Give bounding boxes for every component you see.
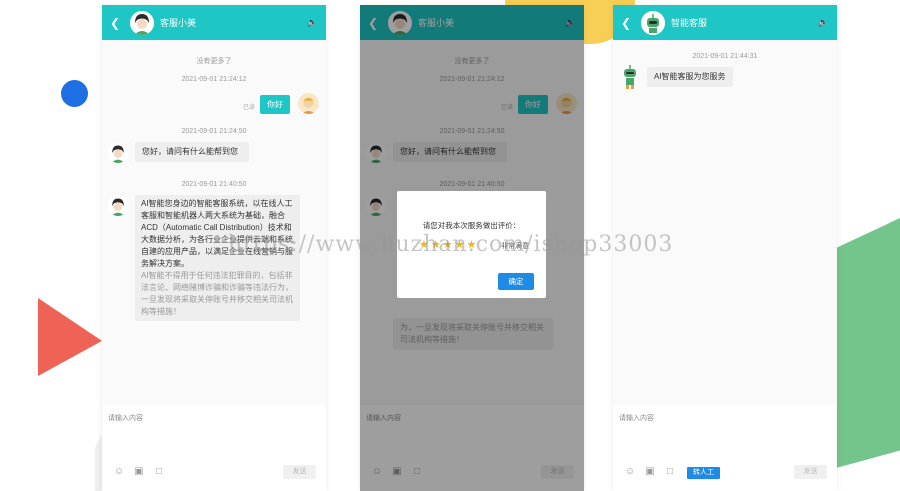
watermark-text: https://www.huzhan.com/ishop33003 — [228, 232, 674, 257]
message-time: 2021-09-01 21:24:12 — [181, 76, 247, 83]
bot-message-bubble: AI智能客服为您服务 — [647, 67, 733, 87]
image-icon[interactable]: ▣ — [133, 466, 145, 477]
emoji-icon[interactable]: ☺ — [624, 466, 636, 477]
agent-message-bubble: 您好，请问有什么能帮到您 — [135, 142, 249, 162]
header-title: 客服小美 — [160, 18, 197, 28]
decorative-red-triangle — [38, 298, 102, 376]
agent-message-bubble-long: AI智能您身边的智能客服系统，以在线人工客服和智能机器人两大系统为基础，融合AC… — [135, 195, 300, 321]
image-icon[interactable]: ▣ — [644, 466, 656, 477]
warning-text: AI智能不得用于任何违法犯罪目的，包括非法言论、网络赌博诈骗和诈骗等违法行为，一… — [141, 271, 293, 316]
folder-icon[interactable]: □ — [664, 466, 676, 477]
user-avatar — [298, 93, 319, 114]
folder-icon[interactable]: □ — [153, 466, 165, 477]
decorative-green-shape — [836, 218, 900, 468]
agent-avatar — [108, 143, 128, 163]
agent-avatar — [108, 196, 128, 216]
speaker-icon[interactable]: 🔈 — [818, 17, 829, 28]
robot-avatar — [622, 65, 638, 89]
message-input[interactable]: 请输入内容 — [108, 413, 143, 423]
message-list[interactable]: 2021-09-01 21:44:31 AI智能客服为您服务 — [613, 40, 837, 410]
confirm-button[interactable]: 确定 — [498, 273, 534, 290]
transfer-to-human-button[interactable]: 转人工 — [687, 467, 720, 479]
decorative-blue-circle — [61, 80, 88, 107]
input-area: 请输入内容 ☺ ▣ □ 转人工 发送 — [613, 405, 837, 491]
rating-dialog-title: 请您对我本次服务做出评价： — [422, 221, 521, 230]
read-status: 已读 — [243, 105, 256, 111]
message-time: 2021-09-01 21:24:50 — [181, 128, 247, 135]
header-title: 智能客服 — [671, 18, 708, 28]
toolbar: ☺ ▣ □ — [113, 466, 165, 477]
toolbar: ☺ ▣ □ — [624, 466, 676, 477]
chat-header: ❮ 客服小美 🔈 — [102, 5, 326, 40]
message-input[interactable]: 请输入内容 — [619, 413, 654, 423]
send-button[interactable]: 发送 — [794, 465, 827, 479]
emoji-icon[interactable]: ☺ — [113, 466, 125, 477]
message-list[interactable]: 没有更多了 2021-09-01 21:24:12 已读 你好 2021-09-… — [102, 40, 326, 410]
user-message-bubble: 你好 — [260, 95, 290, 114]
agent-avatar — [130, 10, 154, 35]
chat-header: ❮ 智能客服 🔈 — [613, 5, 837, 40]
chevron-left-icon[interactable]: ❮ — [621, 16, 635, 30]
robot-avatar — [641, 10, 665, 35]
chevron-left-icon[interactable]: ❮ — [110, 16, 124, 30]
send-button[interactable]: 发送 — [283, 465, 316, 479]
no-more-label: 没有更多了 — [196, 58, 232, 65]
speaker-icon[interactable]: 🔈 — [307, 17, 318, 28]
message-time: 2021-09-01 21:40:50 — [181, 181, 247, 188]
input-area: 请输入内容 ☺ ▣ □ 发送 — [102, 405, 326, 491]
message-time: 2021-09-01 21:44:31 — [692, 53, 758, 60]
